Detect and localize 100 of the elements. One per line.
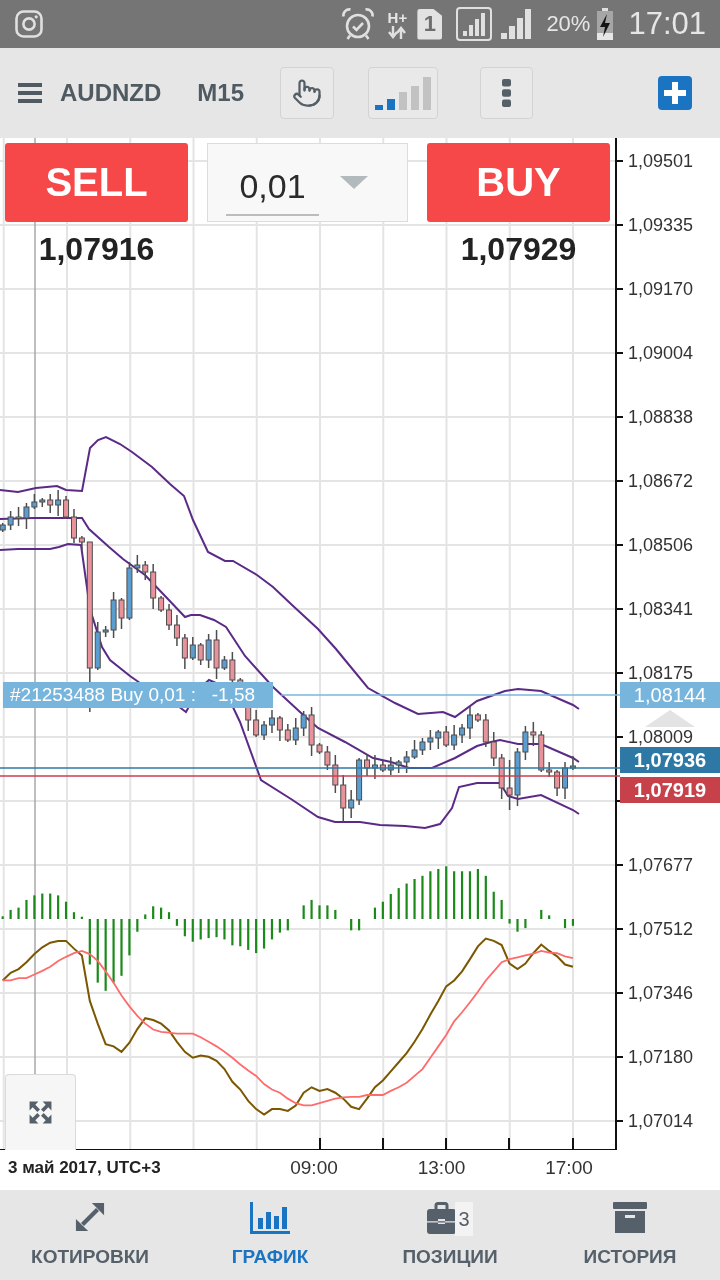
buy-button[interactable]: BUY [427, 143, 610, 222]
fullscreen-button[interactable] [5, 1074, 76, 1150]
price-axis-label: 1,09170 [628, 280, 694, 298]
battery-percent: 20% [546, 11, 591, 37]
histogram-bar [445, 866, 448, 919]
histogram-bar [468, 871, 472, 919]
histogram-bar [57, 895, 60, 919]
sell-price: 1,07916 [38, 230, 155, 268]
more-icon [502, 79, 511, 107]
positions-count: 3 [455, 1202, 473, 1236]
histogram-bar [373, 907, 377, 919]
caret-icon [340, 176, 368, 189]
histogram-bar [255, 919, 258, 954]
price-axis-label: 1,07346 [628, 984, 694, 1002]
signal-box-icon [456, 7, 493, 41]
nav-tab[interactable]: ИСТОРИЯ [540, 1190, 720, 1280]
histogram-bar [262, 919, 266, 949]
nav-tab[interactable]: КОТИРОВКИ [0, 1190, 180, 1280]
histogram-bar [120, 919, 123, 976]
symbol-selector[interactable]: AUDNZD [60, 79, 162, 107]
timeframe-selector[interactable]: M15 [197, 79, 244, 107]
histogram-bar [128, 919, 131, 956]
bar-chart-icon [250, 1202, 290, 1234]
histogram-bar [476, 869, 479, 919]
menu-icon[interactable] [18, 83, 42, 103]
histogram-bar [397, 888, 400, 919]
price-axis-label: 1,07677 [628, 856, 694, 874]
diagonal-arrows-icon [75, 1202, 105, 1232]
histogram-bar [223, 919, 226, 940]
histogram-bar [460, 871, 464, 919]
histogram-bar [247, 919, 250, 950]
battery-charging-icon [596, 8, 615, 40]
price-axis-label: 1,09335 [628, 216, 694, 234]
histogram-bar [524, 919, 527, 929]
histogram-bar [358, 919, 361, 931]
archive-box-icon [613, 1202, 647, 1233]
nav-tab[interactable]: ГРАФИК [180, 1190, 360, 1280]
histogram-bar [9, 909, 12, 919]
histogram-bar [25, 899, 28, 919]
nav-tab[interactable]: 3 ПОЗИЦИИ [360, 1190, 540, 1280]
data-arrows-icon [387, 25, 408, 39]
histogram-bar [334, 909, 337, 919]
clock-time: 17:01 [628, 6, 706, 42]
histogram-bar [389, 894, 392, 919]
bars-button[interactable] [368, 67, 438, 119]
histogram-bar [112, 919, 115, 983]
chart-date: 3 май 2017, UTC+3 [8, 1157, 161, 1179]
histogram-bar [88, 919, 91, 965]
histogram-bar [492, 891, 495, 919]
histogram-bar [191, 919, 194, 942]
histogram-bar [429, 871, 432, 919]
histogram-bar [215, 919, 218, 938]
lot-size-select[interactable]: 0,01 [207, 143, 408, 222]
fullscreen-icon [28, 1100, 53, 1125]
more-button[interactable] [480, 67, 533, 119]
hand-pointer-icon [292, 78, 322, 108]
histogram-bar [516, 919, 519, 932]
price-axis-label: 1,08341 [628, 600, 694, 618]
histogram-bar [437, 869, 440, 919]
alarm-clock-icon [341, 7, 376, 41]
histogram-bar [49, 893, 52, 919]
histogram-bar [326, 905, 329, 919]
histogram-bar [207, 919, 210, 939]
plus-icon [664, 82, 686, 104]
histogram-bar [453, 871, 456, 919]
price-axis-label: 1,08838 [628, 408, 694, 426]
histogram-bar [350, 919, 353, 931]
histogram-bar [508, 919, 511, 924]
histogram-bar [72, 912, 76, 919]
time-axis-label: 09:00 [290, 1156, 338, 1180]
time-axis-label: 13:00 [417, 1156, 466, 1180]
price-axis-label: 1,07512 [628, 920, 694, 938]
time-axis-label: 17:00 [545, 1156, 593, 1180]
price-axis-label: 1,07014 [628, 1112, 694, 1130]
price-axis-label: 1,08672 [628, 472, 694, 490]
order-price-tag: 1,08144 [620, 682, 720, 708]
histogram-bar [310, 899, 313, 919]
histogram-bar [318, 905, 321, 919]
histogram-bar [160, 907, 163, 919]
pointer-button[interactable] [280, 67, 334, 119]
histogram-bar [302, 905, 305, 919]
histogram-bar [167, 912, 171, 919]
bars-icon [375, 76, 431, 110]
buy-price: 1,07929 [460, 230, 577, 268]
add-button[interactable] [658, 76, 692, 110]
histogram-bar [548, 915, 551, 919]
histogram-bar [484, 875, 487, 919]
histogram-bar [152, 906, 155, 919]
price-axis-label: 1,08009 [628, 728, 694, 746]
histogram-bar [80, 916, 83, 919]
histogram-bar [136, 919, 139, 932]
histogram-bar [104, 919, 107, 991]
histogram-bar [500, 899, 503, 919]
histogram-bar [563, 919, 567, 929]
histogram-bar [183, 919, 186, 937]
sell-button[interactable]: SELL [5, 143, 188, 222]
ask-price-tag: 1,07936 [620, 747, 720, 773]
price-axis-label: 1,07180 [628, 1048, 694, 1066]
up-triangle-icon [645, 710, 695, 727]
network-type-text: H+ [387, 9, 408, 25]
